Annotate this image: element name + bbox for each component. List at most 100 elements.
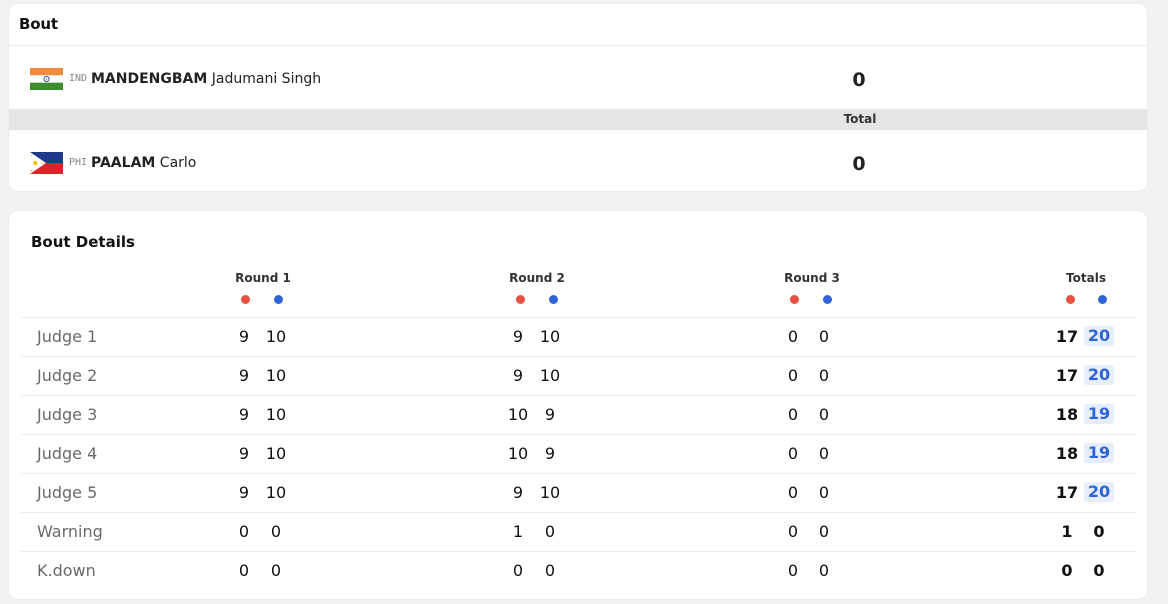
table-row: K.down 0 0 0 0 0 0 0 0 (21, 551, 1137, 590)
total-blue-value: 19 (1084, 404, 1114, 424)
round-2-blue-value: 10 (539, 366, 561, 385)
total-red-value: 18 (1055, 444, 1079, 463)
blue-corner-dot (823, 295, 832, 304)
round-1-blue-value: 10 (265, 483, 287, 502)
round-2-blue-value: 9 (544, 444, 556, 463)
round-2-red-value: 10 (507, 444, 529, 463)
total-blue-value: 20 (1084, 482, 1114, 502)
noc-code: IND (69, 73, 88, 84)
red-corner-dot (790, 295, 799, 304)
row-label: Judge 4 (37, 444, 98, 463)
round-3-red-value: 0 (787, 327, 799, 346)
athlete-row-red: IND MANDENGBAM Jadumani Singh 0 (9, 48, 1147, 108)
total-bar: Total (9, 109, 1147, 130)
row-label: Judge 3 (37, 405, 98, 424)
athlete-name: MANDENGBAM Jadumani Singh (91, 71, 321, 87)
total-red-value: 17 (1055, 327, 1079, 346)
round-1-blue-value: 0 (270, 561, 282, 580)
round-2-blue-value: 10 (539, 327, 561, 346)
round-2-red-value: 9 (512, 483, 524, 502)
round-1-red-value: 0 (238, 522, 250, 541)
bout-card: Bout IND MANDENGBAM Jadumani Singh 0 Tot… (8, 3, 1148, 192)
round-2-header: Round 2 (509, 271, 565, 285)
athlete-surname: PAALAM (91, 155, 156, 171)
round-1-red-value: 0 (238, 561, 250, 580)
round-3-blue-value: 0 (818, 561, 830, 580)
philippines-flag-icon (30, 152, 63, 174)
total-blue-value: 19 (1084, 443, 1114, 463)
blue-corner-dot (1098, 295, 1107, 304)
totals-header: Totals (1066, 271, 1106, 285)
athlete-name: PAALAM Carlo (91, 155, 196, 171)
round-3-red-value: 0 (787, 366, 799, 385)
round-2-blue-value: 0 (544, 522, 556, 541)
table-row: Judge 3 9 10 10 9 0 0 18 19 (21, 395, 1137, 434)
athlete-given-name: Jadumani Singh (211, 71, 322, 87)
divider (9, 45, 1147, 46)
noc-code: PHI (69, 157, 88, 168)
round-1-blue-value: 10 (265, 366, 287, 385)
table-row: Judge 5 9 10 9 10 0 0 17 20 (21, 473, 1137, 512)
athlete-given-name: Carlo (159, 155, 197, 171)
bout-title: Bout (19, 15, 58, 33)
total-label: Total (843, 112, 877, 126)
round-3-red-value: 0 (787, 444, 799, 463)
row-label: Warning (37, 522, 103, 541)
total-red-value: 0 (1061, 561, 1073, 580)
row-label: Judge 5 (37, 483, 98, 502)
red-corner-dot (1066, 295, 1075, 304)
round-3-blue-value: 0 (818, 483, 830, 502)
total-red-value: 1 (1061, 522, 1073, 541)
round-3-red-value: 0 (787, 561, 799, 580)
total-blue-value: 0 (1093, 561, 1105, 580)
round-2-blue-value: 10 (539, 483, 561, 502)
round-1-red-value: 9 (238, 327, 250, 346)
athlete-row-blue: PHI PAALAM Carlo 0 (9, 132, 1147, 191)
round-2-red-value: 1 (512, 522, 524, 541)
round-2-blue-value: 0 (544, 561, 556, 580)
total-red-value: 18 (1055, 405, 1079, 424)
round-3-blue-value: 0 (818, 405, 830, 424)
round-1-blue-value: 0 (270, 522, 282, 541)
bout-details-card: Bout Details Round 1 Round 2 Round 3 Tot… (8, 210, 1148, 600)
blue-corner-dot (274, 295, 283, 304)
total-red-value: 17 (1055, 483, 1079, 502)
total-blue-value: 0 (1093, 522, 1105, 541)
red-corner-dot (516, 295, 525, 304)
blue-corner-dot (549, 295, 558, 304)
round-3-blue-value: 0 (818, 522, 830, 541)
red-corner-dot (241, 295, 250, 304)
round-2-red-value: 0 (512, 561, 524, 580)
table-row: Warning 0 0 1 0 0 0 1 0 (21, 512, 1137, 551)
india-flag-icon (30, 68, 63, 90)
round-1-red-value: 9 (238, 444, 250, 463)
round-2-red-value: 9 (512, 327, 524, 346)
row-label: K.down (37, 561, 96, 580)
round-3-blue-value: 0 (818, 444, 830, 463)
round-1-blue-value: 10 (265, 405, 287, 424)
bout-details-title: Bout Details (31, 233, 135, 251)
round-3-header: Round 3 (784, 271, 840, 285)
row-label: Judge 2 (37, 366, 98, 385)
round-1-red-value: 9 (238, 405, 250, 424)
table-row: Judge 2 9 10 9 10 0 0 17 20 (21, 356, 1137, 395)
red-score: 0 (852, 69, 866, 91)
round-1-red-value: 9 (238, 483, 250, 502)
total-blue-value: 20 (1084, 365, 1114, 385)
table-row: Judge 4 9 10 10 9 0 0 18 19 (21, 434, 1137, 473)
round-3-red-value: 0 (787, 522, 799, 541)
round-2-red-value: 10 (507, 405, 529, 424)
round-3-blue-value: 0 (818, 366, 830, 385)
round-1-blue-value: 10 (265, 444, 287, 463)
round-2-red-value: 9 (512, 366, 524, 385)
round-3-red-value: 0 (787, 405, 799, 424)
round-3-red-value: 0 (787, 483, 799, 502)
table-row: Judge 1 9 10 9 10 0 0 17 20 (21, 317, 1137, 356)
round-3-blue-value: 0 (818, 327, 830, 346)
athlete-surname: MANDENGBAM (91, 71, 208, 87)
round-1-blue-value: 10 (265, 327, 287, 346)
blue-score: 0 (852, 153, 866, 175)
row-label: Judge 1 (37, 327, 98, 346)
total-blue-value: 20 (1084, 326, 1114, 346)
total-red-value: 17 (1055, 366, 1079, 385)
